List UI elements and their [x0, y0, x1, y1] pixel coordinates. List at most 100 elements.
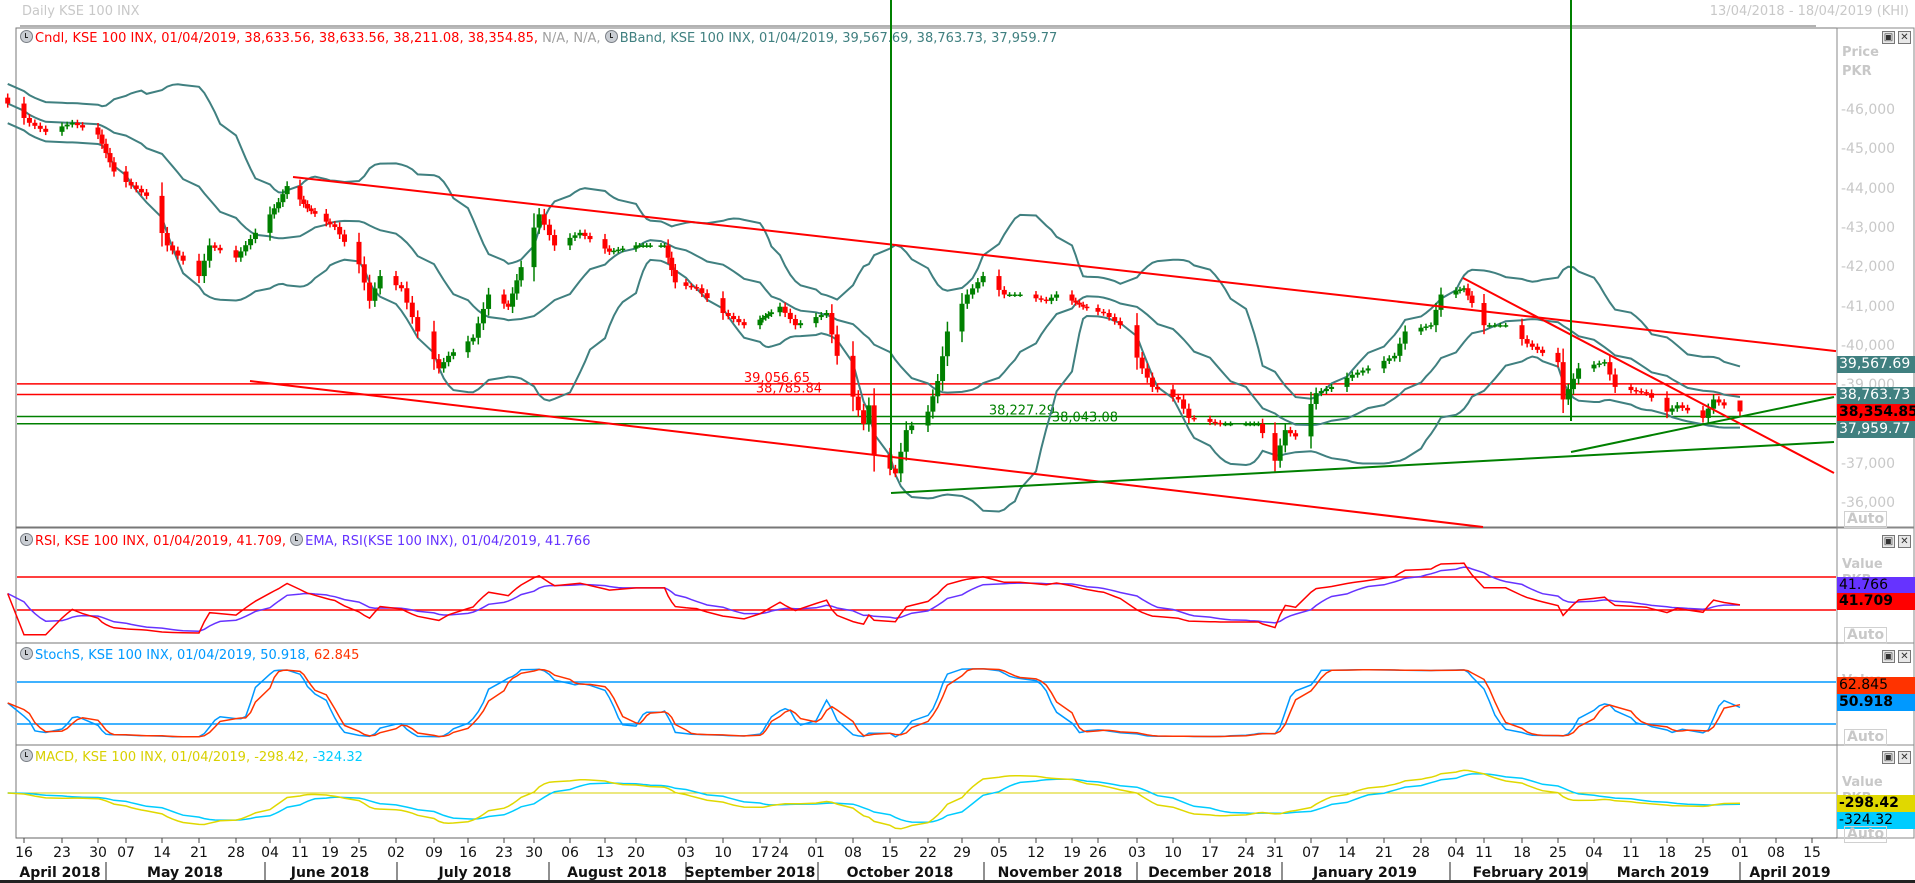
candle-body [964, 294, 970, 304]
candle-body [1344, 377, 1350, 387]
close-icon[interactable]: ✕ [1898, 751, 1911, 764]
candle-body [1323, 388, 1329, 392]
candle-body [267, 214, 273, 233]
date-tick-label: 04 [1585, 845, 1603, 861]
candle-body [1392, 355, 1398, 359]
month-label: August 2018 [567, 865, 667, 881]
rsi-line [7, 562, 1741, 636]
candle-body [308, 208, 314, 212]
candle-body [271, 208, 277, 215]
candle-body [760, 317, 766, 320]
date-tick-label: 25 [1549, 845, 1567, 861]
price-tick-label: -42,000 [1841, 259, 1896, 276]
date-tick-label: 18 [1658, 845, 1676, 861]
candle-body [180, 255, 186, 261]
candle-body [1207, 418, 1213, 422]
candle-body [80, 125, 86, 128]
candle-body [95, 127, 101, 135]
candle-body [486, 294, 492, 309]
candle-body [792, 319, 798, 326]
price-auto-button[interactable]: Auto [1844, 511, 1888, 528]
trendline [292, 176, 1837, 353]
candle-body [611, 250, 617, 253]
candle-body [1576, 368, 1582, 379]
candle-body [1705, 408, 1711, 418]
date-tick-label: 14 [1338, 845, 1356, 861]
candle-body [1033, 294, 1039, 299]
restore-icon[interactable]: ▣ [1882, 31, 1895, 44]
month-label: July 2018 [438, 865, 512, 881]
close-icon[interactable]: ✕ [1898, 650, 1911, 663]
candle-body [1602, 362, 1608, 364]
macd-line [7, 769, 1741, 830]
candle-body [1134, 325, 1140, 358]
candle-body [930, 396, 936, 412]
candle-body [834, 334, 840, 356]
candle-body [1519, 325, 1525, 340]
candle-body [475, 323, 481, 338]
month-label: March 2019 [1616, 865, 1710, 881]
candle-body [1287, 430, 1293, 434]
candle-body [1139, 357, 1145, 369]
date-tick-label: 25 [1694, 845, 1712, 861]
date-tick-label: 07 [1302, 845, 1320, 861]
candle-body [1212, 421, 1218, 424]
candle-body [925, 411, 931, 426]
price-tick-label: -44,000 [1841, 180, 1896, 197]
candle-body [276, 202, 282, 209]
date-tick-label: 06 [561, 845, 579, 861]
candle-body [1277, 445, 1283, 461]
date-tick-label: 10 [1164, 845, 1182, 861]
level-label: 38,043.08 [1052, 411, 1118, 426]
price-tick-label: -40,000 [1841, 337, 1896, 354]
date-tick-label: 02 [387, 845, 405, 861]
candle-body [970, 288, 976, 295]
candle-body [1469, 295, 1475, 304]
date-tick-label: 29 [953, 845, 971, 861]
rsi-auto-button[interactable]: Auto [1844, 627, 1888, 644]
candle-body [1054, 294, 1060, 298]
candle-body [1106, 313, 1112, 318]
date-tick-label: 01 [807, 845, 825, 861]
restore-icon[interactable]: ▣ [1882, 535, 1895, 548]
candle-body [572, 235, 578, 238]
candle-body [546, 224, 552, 236]
candle-body [898, 451, 904, 474]
candle-body [518, 267, 524, 281]
restore-icon[interactable]: ▣ [1882, 751, 1895, 764]
date-tick-label: 24 [1237, 845, 1255, 861]
macd-auto-button[interactable]: Auto [1844, 826, 1888, 843]
date-tick-label: 01 [1731, 845, 1749, 861]
candle-body [243, 245, 249, 252]
candle-body [1084, 306, 1090, 309]
candle-body [1043, 299, 1049, 302]
candle-body [1017, 294, 1023, 297]
candle-body [1282, 430, 1288, 446]
restore-icon[interactable]: ▣ [1882, 650, 1895, 663]
date-tick-label: 23 [53, 845, 71, 861]
candle-body [32, 122, 38, 126]
candle-body [871, 405, 877, 455]
candle-body [909, 425, 915, 431]
price-value-badge: 37,959.77 [1837, 421, 1915, 438]
candle-body [1117, 321, 1123, 326]
level-label: 38,785.84 [756, 382, 822, 397]
candle-body [367, 282, 373, 301]
candle-body [212, 245, 218, 248]
candle-body [768, 312, 774, 315]
close-icon[interactable]: ✕ [1898, 535, 1911, 548]
candle-body [1170, 389, 1176, 397]
candle-body [398, 285, 404, 289]
close-icon[interactable]: ✕ [1898, 31, 1911, 44]
candle-body [824, 313, 830, 316]
chart-canvas[interactable]: 39,056.6538,785.8438,227.2938,043.08 [0, 0, 1915, 883]
candle-body [1423, 326, 1429, 328]
candle-body [1716, 399, 1722, 403]
candle-body [1155, 386, 1161, 390]
stoch-auto-button[interactable]: Auto [1844, 729, 1888, 746]
candle-body [531, 227, 537, 268]
month-label: December 2018 [1148, 865, 1272, 881]
candle-body [1402, 331, 1408, 344]
candle-body [782, 306, 788, 313]
candle-body [21, 103, 27, 118]
